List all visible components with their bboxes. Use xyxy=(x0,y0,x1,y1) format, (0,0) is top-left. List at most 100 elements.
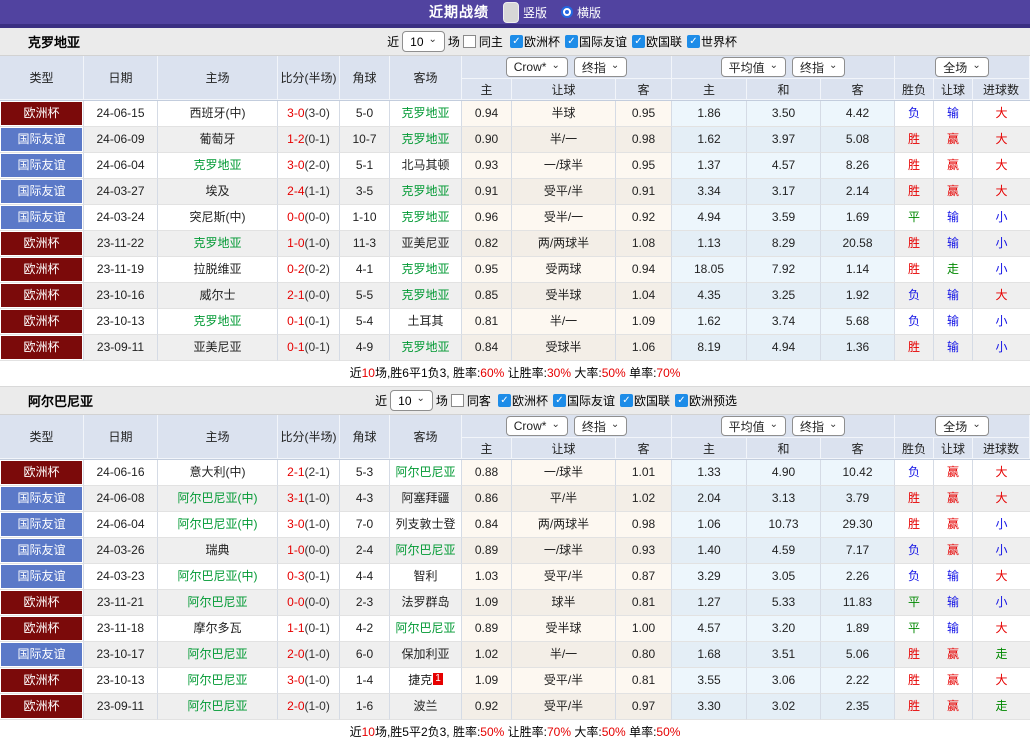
away-team-link[interactable]: 捷克 1 xyxy=(390,668,462,694)
match-row: 欧洲杯 24-06-16 意大利(中) 2-1(2-1) 5-3 阿尔巴尼亚 0… xyxy=(0,460,1030,486)
vertical-radio[interactable]: 竖版 xyxy=(502,1,547,23)
avg-away-odds: 2.26 xyxy=(821,564,895,590)
home-team-link[interactable]: 突尼斯(中) xyxy=(158,205,278,231)
bookmaker-value: Crow* xyxy=(513,419,547,433)
score-link[interactable]: 3-0(2-0) xyxy=(278,153,340,179)
away-team-link[interactable]: 阿尔巴尼亚 xyxy=(390,616,462,642)
score-link[interactable]: 2-0(1-0) xyxy=(278,694,340,720)
score-link[interactable]: 1-2(0-1) xyxy=(278,127,340,153)
score-link[interactable]: 0-0(0-0) xyxy=(278,590,340,616)
away-team-link[interactable]: 克罗地亚 xyxy=(390,179,462,205)
recent-count-select[interactable]: 10 ⌄ xyxy=(402,31,445,52)
chevron-down-icon: ⌄ xyxy=(769,418,778,430)
score-link[interactable]: 1-0(0-0) xyxy=(278,538,340,564)
away-team-link[interactable]: 亚美尼亚 xyxy=(390,231,462,257)
match-date-cell: 24-06-04 xyxy=(84,512,158,538)
score-link[interactable]: 0-2(0-2) xyxy=(278,257,340,283)
home-team-link[interactable]: 埃及 xyxy=(158,179,278,205)
summary-segment: 30% xyxy=(547,366,572,380)
col-header-corner: 角球 xyxy=(340,415,390,459)
score-link[interactable]: 0-1(0-1) xyxy=(278,335,340,361)
score-link[interactable]: 3-0(3-0) xyxy=(278,101,340,127)
home-team-link[interactable]: 阿尔巴尼亚 xyxy=(158,694,278,720)
score-link[interactable]: 3-0(1-0) xyxy=(278,512,340,538)
away-team-link[interactable]: 阿尔巴尼亚 xyxy=(390,538,462,564)
league-checkbox[interactable]: ✓ xyxy=(686,35,700,48)
away-team-link[interactable]: 北马其顿 xyxy=(390,153,462,179)
home-team-link[interactable]: 亚美尼亚 xyxy=(158,335,278,361)
home-team-link[interactable]: 阿尔巴尼亚 xyxy=(158,642,278,668)
away-team-link[interactable]: 保加利亚 xyxy=(390,642,462,668)
away-team-link[interactable]: 克罗地亚 xyxy=(390,335,462,361)
home-team-link[interactable]: 阿尔巴尼亚(中) xyxy=(158,486,278,512)
score-link[interactable]: 2-4(1-1) xyxy=(278,179,340,205)
home-team-link[interactable]: 西班牙(中) xyxy=(158,101,278,127)
result-handicap: 赢 xyxy=(934,694,973,720)
scope-select[interactable]: 全场 ⌄ xyxy=(935,416,989,436)
home-team-link[interactable]: 克罗地亚 xyxy=(158,231,278,257)
home-team-link[interactable]: 威尔士 xyxy=(158,283,278,309)
horizontal-radio[interactable]: 横版 xyxy=(561,4,601,21)
final-odds-select2[interactable]: 终指 ⌄ xyxy=(792,416,846,436)
handicap-home-odds: 0.86 xyxy=(462,486,512,512)
final-odds-select[interactable]: 终指 ⌄ xyxy=(573,57,628,77)
same-home-checkbox[interactable] xyxy=(462,35,476,48)
league-checkbox[interactable]: ✓ xyxy=(509,35,523,48)
final-odds-select[interactable]: 终指 ⌄ xyxy=(573,416,628,436)
recent-count-select[interactable]: 10 ⌄ xyxy=(390,390,433,411)
bookmaker-select[interactable]: Crow* ⌄ xyxy=(505,416,568,436)
avg-home-odds: 1.27 xyxy=(672,590,747,616)
away-team-link[interactable]: 法罗群岛 xyxy=(390,590,462,616)
away-team-link[interactable]: 克罗地亚 xyxy=(390,127,462,153)
corner-cell: 2-4 xyxy=(340,538,390,564)
home-team-link[interactable]: 克罗地亚 xyxy=(158,309,278,335)
league-checkbox[interactable]: ✓ xyxy=(552,394,566,407)
result-goals: 大 xyxy=(973,101,1030,127)
home-team-link[interactable]: 瑞典 xyxy=(158,538,278,564)
score-link[interactable]: 2-1(0-0) xyxy=(278,283,340,309)
league-checkbox[interactable]: ✓ xyxy=(674,394,688,407)
league-checkbox[interactable]: ✓ xyxy=(564,35,578,48)
result-handicap: 赢 xyxy=(934,512,973,538)
away-team-link[interactable]: 波兰 xyxy=(390,694,462,720)
away-team-link[interactable]: 克罗地亚 xyxy=(390,257,462,283)
home-team-link[interactable]: 拉脱维亚 xyxy=(158,257,278,283)
away-team-link[interactable]: 克罗地亚 xyxy=(390,101,462,127)
home-team-link[interactable]: 葡萄牙 xyxy=(158,127,278,153)
average-odds-select[interactable]: 平均值 ⌄ xyxy=(720,57,786,77)
away-team-link[interactable]: 阿塞拜疆 xyxy=(390,486,462,512)
away-team-link[interactable]: 列支敦士登 xyxy=(390,512,462,538)
score-link[interactable]: 3-1(1-0) xyxy=(278,486,340,512)
result-handicap: 赢 xyxy=(934,127,973,153)
score-link[interactable]: 0-3(0-1) xyxy=(278,564,340,590)
home-team-link[interactable]: 阿尔巴尼亚 xyxy=(158,668,278,694)
score-link[interactable]: 3-0(1-0) xyxy=(278,668,340,694)
score-link[interactable]: 1-1(0-1) xyxy=(278,616,340,642)
home-team-link[interactable]: 阿尔巴尼亚 xyxy=(158,590,278,616)
away-team-link[interactable]: 阿尔巴尼亚 xyxy=(390,460,462,486)
score-link[interactable]: 0-1(0-1) xyxy=(278,309,340,335)
result-goals: 走 xyxy=(973,642,1030,668)
away-team-link[interactable]: 土耳其 xyxy=(390,309,462,335)
away-team-link[interactable]: 智利 xyxy=(390,564,462,590)
home-team-link[interactable]: 阿尔巴尼亚(中) xyxy=(158,512,278,538)
score-link[interactable]: 0-0(0-0) xyxy=(278,205,340,231)
same-away-checkbox[interactable] xyxy=(450,394,464,407)
league-checkbox[interactable]: ✓ xyxy=(497,394,511,407)
scope-select[interactable]: 全场 ⌄ xyxy=(935,57,989,77)
home-team-link[interactable]: 意大利(中) xyxy=(158,460,278,486)
score-link[interactable]: 2-1(2-1) xyxy=(278,460,340,486)
score-link[interactable]: 2-0(1-0) xyxy=(278,642,340,668)
match-row: 欧洲杯 23-11-21 阿尔巴尼亚 0-0(0-0) 2-3 法罗群岛 1.0… xyxy=(0,590,1030,616)
final-odds-select2[interactable]: 终指 ⌄ xyxy=(792,57,846,77)
away-team-link[interactable]: 克罗地亚 xyxy=(390,283,462,309)
home-team-link[interactable]: 阿尔巴尼亚(中) xyxy=(158,564,278,590)
home-team-link[interactable]: 克罗地亚 xyxy=(158,153,278,179)
home-team-link[interactable]: 摩尔多瓦 xyxy=(158,616,278,642)
away-team-link[interactable]: 克罗地亚 xyxy=(390,205,462,231)
league-checkbox[interactable]: ✓ xyxy=(631,35,645,48)
league-checkbox[interactable]: ✓ xyxy=(619,394,633,407)
average-odds-select[interactable]: 平均值 ⌄ xyxy=(720,416,786,436)
score-link[interactable]: 1-0(1-0) xyxy=(278,231,340,257)
bookmaker-select[interactable]: Crow* ⌄ xyxy=(505,57,568,77)
